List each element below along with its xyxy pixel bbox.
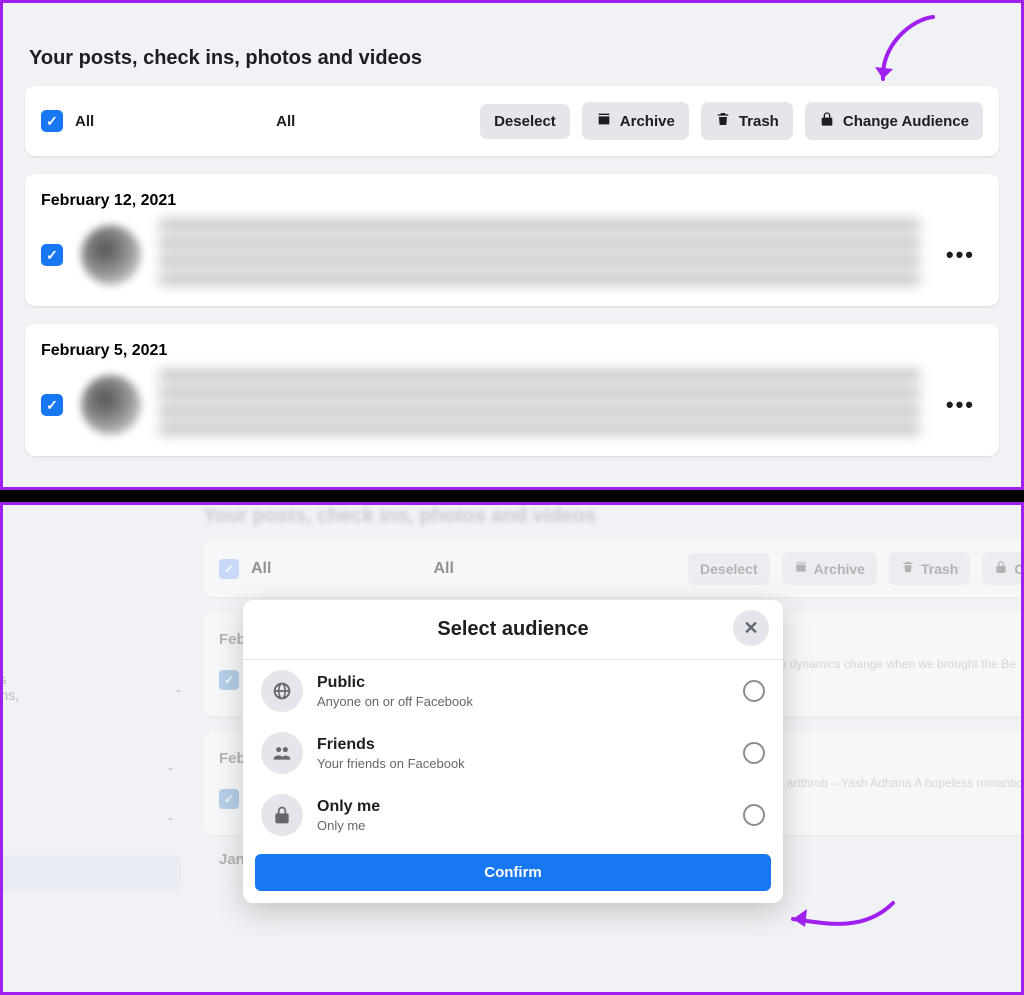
audience-option-public[interactable]: Public Anyone on or off Facebook (243, 660, 783, 722)
filter-bar: ✓ All All Deselect Archive Trash (25, 86, 999, 156)
option-text: Only me Only me (317, 798, 729, 833)
archive-button[interactable]: Archive (582, 102, 689, 140)
select-audience-modal: Select audience ✕ Public Anyone on or of… (243, 600, 783, 903)
option-text: Public Anyone on or off Facebook (317, 674, 729, 709)
modal-header: Select audience ✕ (243, 600, 783, 660)
post-row: ✓ ••• (41, 370, 983, 440)
post-card: February 5, 2021 ✓ ••• (25, 324, 999, 456)
option-subtitle: Anyone on or off Facebook (317, 694, 729, 709)
option-label: Public (317, 674, 729, 692)
post-thumbnail (81, 375, 141, 435)
option-label: Friends (317, 736, 729, 754)
filter-row: ✓ All All Deselect Archive Trash (41, 102, 983, 140)
panel-audience-modal: book uding posts r interactions,ˆ groups… (0, 502, 1024, 995)
filter-all-1[interactable]: All (75, 113, 94, 130)
trash-button[interactable]: Trash (701, 102, 793, 140)
radio-unselected[interactable] (743, 680, 765, 702)
filter-all-2[interactable]: All (276, 113, 295, 130)
lock-icon (819, 111, 835, 131)
separator (0, 490, 1024, 502)
post-text-blurred (159, 370, 920, 440)
select-all-checkbox[interactable]: ✓ (41, 110, 63, 132)
post-checkbox[interactable]: ✓ (41, 394, 63, 416)
archive-icon (596, 111, 612, 131)
post-body (81, 220, 920, 290)
trash-icon (715, 111, 731, 131)
close-icon: ✕ (743, 618, 758, 639)
close-button[interactable]: ✕ (733, 610, 769, 646)
modal-footer: Confirm (243, 846, 783, 903)
option-subtitle: Your friends on Facebook (317, 756, 729, 771)
post-text-blurred (159, 220, 920, 290)
confirm-button[interactable]: Confirm (255, 854, 771, 891)
archive-label: Archive (620, 113, 675, 130)
radio-unselected[interactable] (743, 804, 765, 826)
post-row: ✓ ••• (41, 220, 983, 290)
radio-unselected[interactable] (743, 742, 765, 764)
post-thumbnail (81, 225, 141, 285)
option-label: Only me (317, 798, 729, 816)
option-text: Friends Your friends on Facebook (317, 736, 729, 771)
change-audience-button[interactable]: Change Audience (805, 102, 983, 140)
lock-icon (261, 794, 303, 836)
audience-option-only-me[interactable]: Only me Only me (243, 784, 783, 846)
post-more-button[interactable]: ••• (938, 388, 983, 422)
post-card: February 12, 2021 ✓ ••• (25, 174, 999, 306)
page-title: Your posts, check ins, photos and videos (29, 47, 995, 70)
panel-posts-list: Your posts, check ins, photos and videos… (0, 0, 1024, 490)
deselect-label: Deselect (494, 113, 556, 130)
trash-label: Trash (739, 113, 779, 130)
option-subtitle: Only me (317, 818, 729, 833)
deselect-button[interactable]: Deselect (480, 104, 570, 139)
globe-icon (261, 670, 303, 712)
post-date: February 5, 2021 (41, 342, 983, 360)
post-checkbox[interactable]: ✓ (41, 244, 63, 266)
friends-icon (261, 732, 303, 774)
audience-option-friends[interactable]: Friends Your friends on Facebook (243, 722, 783, 784)
confirm-label: Confirm (484, 864, 542, 881)
modal-title: Select audience (243, 618, 783, 641)
post-date: February 12, 2021 (41, 192, 983, 210)
post-body (81, 370, 920, 440)
post-more-button[interactable]: ••• (938, 238, 983, 272)
change-audience-label: Change Audience (843, 113, 969, 130)
modal-wrap: Select audience ✕ Public Anyone on or of… (3, 505, 1021, 992)
